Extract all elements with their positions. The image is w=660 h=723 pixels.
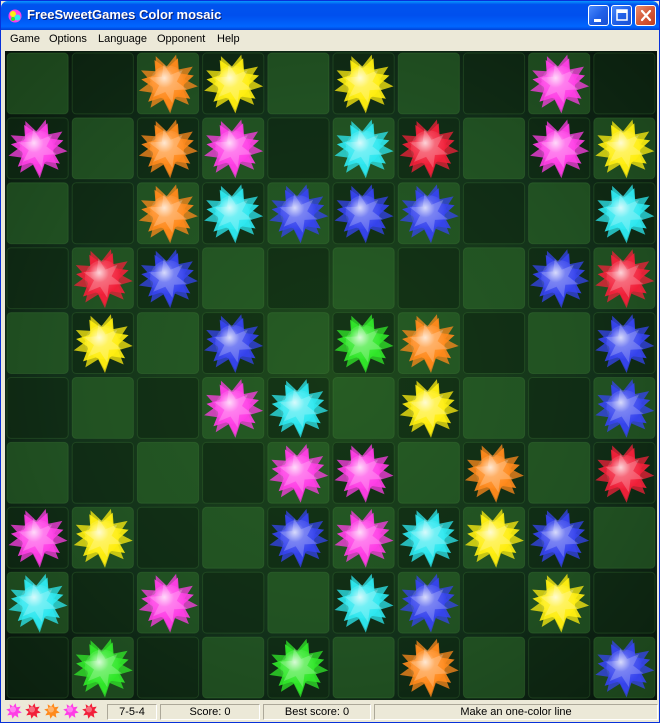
board-cell[interactable] <box>593 506 656 569</box>
maximize-icon <box>616 9 628 21</box>
board-cell[interactable] <box>462 117 526 180</box>
board-cell[interactable] <box>71 571 134 634</box>
board-cell[interactable] <box>593 52 656 115</box>
level-indicator: 7-5-4 <box>107 704 157 720</box>
board-cell[interactable] <box>462 312 526 375</box>
board-cell[interactable] <box>6 182 69 245</box>
board-cell[interactable] <box>267 312 330 375</box>
board-cell[interactable] <box>267 117 330 180</box>
board-cell[interactable] <box>202 441 265 504</box>
board-cell[interactable] <box>462 571 526 634</box>
maximize-button[interactable] <box>611 5 632 26</box>
board-cell[interactable] <box>136 441 200 504</box>
board-cell[interactable] <box>332 377 395 439</box>
hint-message: Make an one-color line <box>374 704 658 720</box>
next-gem-icon <box>63 703 79 719</box>
menu-options[interactable]: Options <box>49 33 87 45</box>
menu-language[interactable]: Language <box>98 33 147 45</box>
board-cell[interactable] <box>136 506 200 569</box>
board-cell[interactable] <box>332 247 395 310</box>
next-gem-icon <box>6 703 22 719</box>
board-cell[interactable] <box>397 441 460 504</box>
minimize-icon <box>594 19 601 22</box>
board-cell[interactable] <box>71 441 134 504</box>
board-cell[interactable] <box>462 636 526 699</box>
board-cell[interactable] <box>71 377 134 439</box>
board-cell[interactable] <box>462 52 526 115</box>
board-cell[interactable] <box>528 182 591 245</box>
menu-bar: Game Options Language Opponent Help <box>4 30 656 50</box>
board-cell[interactable] <box>6 312 69 375</box>
close-icon <box>640 9 652 22</box>
board-canvas[interactable] <box>5 51 657 700</box>
board-cell[interactable] <box>6 52 69 115</box>
board-cell[interactable] <box>202 571 265 634</box>
next-gem-icon <box>25 703 41 719</box>
board-cell[interactable] <box>528 312 591 375</box>
board-cell[interactable] <box>397 52 460 115</box>
board-cell[interactable] <box>6 636 69 699</box>
game-window: FreeSweetGames Color mosaic Game Options… <box>0 0 660 723</box>
board-cell[interactable] <box>528 441 591 504</box>
menu-game[interactable]: Game <box>10 33 40 45</box>
board-cell[interactable] <box>397 247 460 310</box>
board-cell[interactable] <box>332 636 395 699</box>
board-cell[interactable] <box>136 377 200 439</box>
board-cell[interactable] <box>528 636 591 699</box>
next-gem-icon <box>44 703 60 719</box>
menu-help[interactable]: Help <box>217 33 240 45</box>
board-cell[interactable] <box>202 506 265 569</box>
board-cell[interactable] <box>528 377 591 439</box>
status-bar: 7-5-4 Score: 0 Best score: 0 Make an one… <box>4 702 658 722</box>
game-board[interactable] <box>5 51 657 700</box>
title-bar[interactable]: FreeSweetGames Color mosaic <box>1 1 659 30</box>
score-display: Score: 0 <box>160 704 260 720</box>
minimize-button[interactable] <box>588 5 609 26</box>
board-cell[interactable] <box>462 182 526 245</box>
next-colors-queue <box>4 702 104 722</box>
board-cell[interactable] <box>136 312 200 375</box>
best-score-display: Best score: 0 <box>263 704 371 720</box>
board-cell[interactable] <box>136 636 200 699</box>
board-cell[interactable] <box>71 117 134 180</box>
board-cell[interactable] <box>462 377 526 439</box>
board-cell[interactable] <box>202 636 265 699</box>
menu-opponent[interactable]: Opponent <box>157 33 205 45</box>
window-title: FreeSweetGames Color mosaic <box>27 7 222 22</box>
board-cell[interactable] <box>462 247 526 310</box>
board-cell[interactable] <box>267 52 330 115</box>
board-cell[interactable] <box>71 182 134 245</box>
board-cell[interactable] <box>267 247 330 310</box>
board-cell[interactable] <box>6 247 69 310</box>
next-gem-icon <box>82 703 98 719</box>
board-cell[interactable] <box>202 247 265 310</box>
board-cell[interactable] <box>6 441 69 504</box>
board-cell[interactable] <box>267 571 330 634</box>
board-cell[interactable] <box>593 571 656 634</box>
close-button[interactable] <box>635 5 656 26</box>
app-icon <box>8 9 22 23</box>
board-cell[interactable] <box>6 377 69 439</box>
board-cell[interactable] <box>71 52 134 115</box>
